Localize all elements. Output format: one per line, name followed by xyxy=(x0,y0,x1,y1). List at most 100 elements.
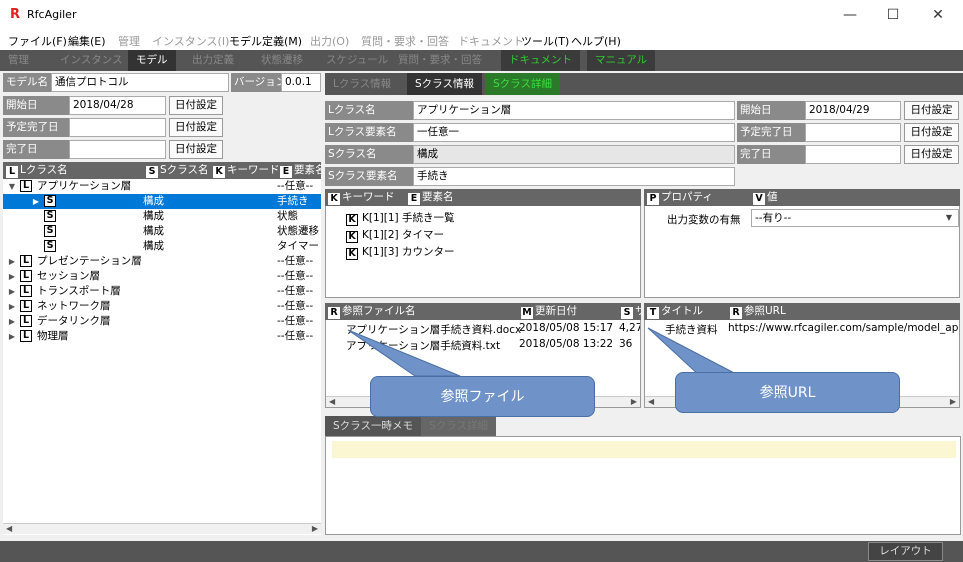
property-header-label[interactable]: プロパティ xyxy=(661,191,713,203)
tab-qa[interactable]: 質問・要求・回答 xyxy=(390,50,490,71)
memo-line[interactable] xyxy=(332,441,956,458)
done-date-field[interactable] xyxy=(69,140,166,159)
property-list[interactable]: 出力変数の有無 --有り-- ▼ xyxy=(644,206,960,298)
r-start-date-field[interactable]: 2018/04/29 xyxy=(805,101,901,120)
keyword-row[interactable]: K K[1][1] 手続き一覧 xyxy=(346,210,454,226)
tree-header-sclass[interactable]: Sクラス名 xyxy=(160,164,208,176)
detail-tab-bar: Lクラス情報 Sクラス情報 Sクラス詳細 xyxy=(325,73,963,95)
tree-row[interactable]: ▶ L ネットワーク層 --任意-- xyxy=(3,299,321,314)
element-header-label[interactable]: 要素名 xyxy=(422,191,454,203)
lclass-name-field[interactable]: アプリケーション層 xyxy=(413,101,735,120)
tree-row[interactable]: ▶ L データリンク層 --任意-- xyxy=(3,314,321,329)
planned-date-field[interactable] xyxy=(69,118,166,137)
keyword-row[interactable]: K K[1][3] カウンター xyxy=(346,244,454,260)
collapse-arrow-icon[interactable]: ▶ xyxy=(7,269,17,284)
menu-tools[interactable]: ツール(T) xyxy=(521,33,569,49)
start-date-label: 開始日 xyxy=(3,96,69,115)
collapse-arrow-icon[interactable]: ▶ xyxy=(31,194,41,209)
tree-row[interactable]: S 構成 タイマー xyxy=(3,239,321,254)
start-date-field[interactable]: 2018/04/28 xyxy=(69,96,166,115)
tree-element-name: --任意-- xyxy=(277,330,314,342)
lclass-element-field[interactable]: 一任意一 xyxy=(413,123,735,142)
tree-h-scrollbar[interactable]: ◀ ▶ xyxy=(3,523,321,534)
r-planned-date-set-button[interactable]: 日付設定 xyxy=(904,123,959,142)
collapse-arrow-icon[interactable]: ▶ xyxy=(7,254,17,269)
tree-header-element[interactable]: 要素名 xyxy=(294,164,321,176)
menu-model[interactable]: モデル定義(M) xyxy=(229,33,302,49)
keyword-list[interactable]: K K[1][1] 手続き一覧 K K[1][2] タイマー K K[1][3] カウンタ… xyxy=(325,206,641,298)
tab-output-def[interactable]: 出力定義 xyxy=(184,50,242,71)
tab-document[interactable]: ドキュメント xyxy=(501,50,580,71)
tree-row[interactable]: ▼ L アプリケーション層 --任意-- xyxy=(3,179,321,194)
keyword-header-label[interactable]: キーワード xyxy=(342,191,395,203)
v-badge-icon: V xyxy=(753,193,765,205)
menu-output[interactable]: 出力(O) xyxy=(310,33,349,49)
tab-model[interactable]: モデル xyxy=(128,50,176,71)
version-field[interactable]: 0.0.1 xyxy=(281,73,321,92)
tab-admin[interactable]: 管理 xyxy=(0,50,37,71)
tree-row[interactable]: ▶ S 構成 手続き xyxy=(3,194,321,209)
collapse-arrow-icon[interactable]: ▶ xyxy=(7,314,17,329)
app-title: RfcAgiler xyxy=(27,8,77,21)
tree-row[interactable]: ▶ L 物理層 --任意-- xyxy=(3,329,321,344)
e-badge-icon: E xyxy=(408,193,420,205)
r-start-date-set-button[interactable]: 日付設定 xyxy=(904,101,959,120)
tab-schedule[interactable]: スケジュール xyxy=(318,50,396,71)
layout-button[interactable]: レイアウト xyxy=(868,542,943,561)
r-planned-date-field[interactable] xyxy=(805,123,901,142)
tab-state-transition[interactable]: 状態遷移 xyxy=(253,50,311,71)
r-done-date-set-button[interactable]: 日付設定 xyxy=(904,145,959,164)
tab-instance[interactable]: インスタンス xyxy=(52,50,131,71)
collapse-arrow-icon[interactable]: ▶ xyxy=(7,284,17,299)
keyword-text: K[1][1] 手続き一覧 xyxy=(362,212,455,224)
menu-instance[interactable]: インスタンス(I) xyxy=(152,33,229,49)
minimize-icon[interactable]: — xyxy=(840,6,860,24)
model-name-label: モデル名 xyxy=(3,73,51,92)
memo-area[interactable] xyxy=(325,436,961,535)
s-badge-icon: S xyxy=(44,225,56,237)
menu-qa[interactable]: 質問・要求・回答 xyxy=(361,33,449,49)
keyword-row[interactable]: K K[1][2] タイマー xyxy=(346,227,444,243)
menu-document[interactable]: ドキュメント xyxy=(458,33,524,49)
expand-arrow-icon[interactable]: ▼ xyxy=(7,179,17,194)
tab-manual[interactable]: マニュアル xyxy=(587,50,656,71)
value-header-label[interactable]: 値 xyxy=(767,191,778,203)
k-badge-icon: K xyxy=(213,166,225,178)
close-icon[interactable]: ✕ xyxy=(928,6,948,24)
maximize-icon[interactable]: ☐ xyxy=(883,6,903,24)
tab-lclass-info[interactable]: Lクラス情報 xyxy=(325,73,399,95)
planned-date-set-button[interactable]: 日付設定 xyxy=(169,118,223,137)
tree-element-name: 手続き xyxy=(277,195,309,207)
collapse-arrow-icon[interactable]: ▶ xyxy=(7,299,17,314)
sclass-element-field[interactable]: 手続き xyxy=(413,167,735,186)
done-date-set-button[interactable]: 日付設定 xyxy=(169,140,223,159)
tab-sclass-info[interactable]: Sクラス情報 xyxy=(407,73,482,95)
model-name-field[interactable]: 通信プロトコル xyxy=(51,73,229,92)
s-badge-icon: S xyxy=(44,210,56,222)
sclass-name-field[interactable]: 構成 xyxy=(413,145,735,164)
menu-help[interactable]: ヘルプ(H) xyxy=(571,33,621,49)
tree-row[interactable]: S 構成 状態 xyxy=(3,209,321,224)
menu-admin[interactable]: 管理 xyxy=(118,33,140,49)
tab-sclass-detail[interactable]: Sクラス詳細 xyxy=(485,73,560,95)
tree-header-keyword[interactable]: キーワード xyxy=(227,164,280,176)
property-value-select[interactable]: --有り-- ▼ xyxy=(751,209,959,227)
k-badge-icon: K xyxy=(346,214,358,226)
r-done-date-field[interactable] xyxy=(805,145,901,164)
callout-ref-file: 参照ファイル xyxy=(370,376,595,417)
class-tree[interactable]: ▼ L アプリケーション層 --任意-- ▶ S 構成 手続き S 構成 状態 S 構成 状態遷移 S 構成タ… xyxy=(3,179,321,535)
menu-file[interactable]: ファイル(F) xyxy=(8,33,67,49)
k-badge-icon: K xyxy=(346,248,358,260)
collapse-arrow-icon[interactable]: ▶ xyxy=(7,329,17,344)
s-badge-icon: S xyxy=(44,195,56,207)
tree-row[interactable]: ▶ L セッション層 --任意-- xyxy=(3,269,321,284)
tree-row[interactable]: S 構成 状態遷移 xyxy=(3,224,321,239)
l-badge-icon: L xyxy=(20,330,32,342)
start-date-set-button[interactable]: 日付設定 xyxy=(169,96,223,115)
menu-edit[interactable]: 編集(E) xyxy=(68,33,106,49)
tree-header-lclass[interactable]: Lクラス名 xyxy=(20,164,68,176)
lclass-name-label: Lクラス名 xyxy=(325,101,413,120)
r-start-date-label: 開始日 xyxy=(737,101,805,120)
tree-row[interactable]: ▶ L プレゼンテーション層 --任意-- xyxy=(3,254,321,269)
tree-row[interactable]: ▶ L トランスポート層 --任意-- xyxy=(3,284,321,299)
